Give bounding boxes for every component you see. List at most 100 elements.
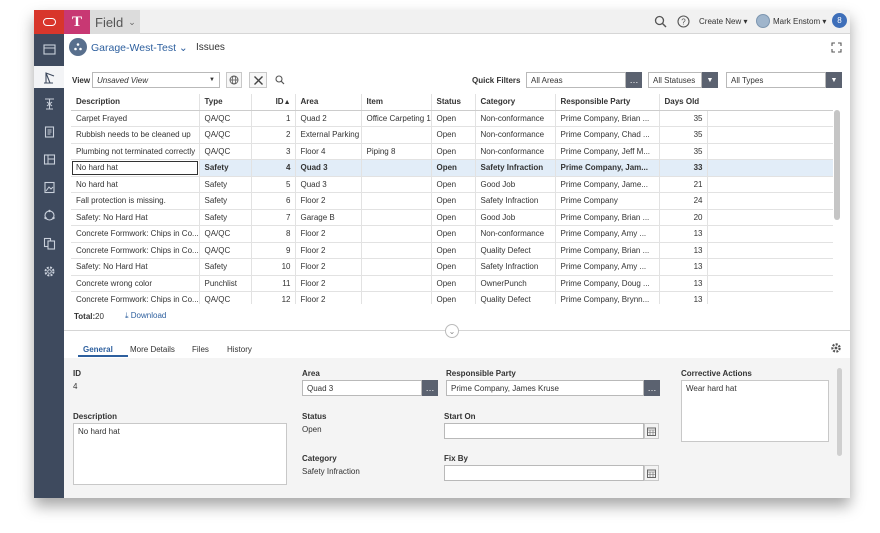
table-row[interactable]: Concrete Formwork: Chips in Co... QA/QC 8 F…: [71, 225, 833, 243]
calendar-icon[interactable]: [644, 423, 659, 439]
tab-history[interactable]: History: [227, 345, 252, 354]
download-link[interactable]: ⤓ Download: [125, 311, 166, 321]
id-value: 4: [73, 382, 78, 391]
table-scrollbar[interactable]: [834, 110, 840, 220]
column-header-days-old[interactable]: Days Old: [659, 94, 707, 111]
tab-files[interactable]: Files: [192, 345, 209, 354]
table-row[interactable]: Fall protection is missing. Safety 6 Floor …: [71, 192, 833, 210]
cell-id: 7: [251, 209, 296, 226]
table-row[interactable]: Concrete Formwork: Chips in Co... QA/QC 9 F…: [71, 242, 833, 259]
column-header-item[interactable]: Item: [361, 94, 432, 111]
cell-area: Floor 2: [295, 242, 362, 259]
download-label: Download: [130, 311, 167, 320]
responsible-party-picker-button[interactable]: …: [644, 380, 660, 396]
cell-category: Good Job: [475, 209, 556, 226]
cell-description: Plumbing not terminated correctly: [71, 143, 200, 160]
cell-category: Safety Infraction: [475, 258, 556, 276]
table-row[interactable]: Safety: No Hard Hat Safety 10 Floor 2 Open Sa…: [71, 258, 833, 276]
help-icon[interactable]: ?: [677, 15, 690, 28]
description-field[interactable]: No hard hat: [73, 423, 287, 485]
project-selector[interactable]: Garage-West-Test ⌄: [91, 42, 188, 54]
tools-button[interactable]: [249, 72, 267, 88]
detail-scrollbar[interactable]: [837, 368, 842, 456]
sidebar-item-plans[interactable]: [34, 148, 64, 170]
cell-category: Non-conformance: [475, 126, 556, 144]
cell-area: Floor 2: [295, 275, 362, 292]
notification-badge[interactable]: 8: [832, 13, 847, 28]
sidebar-item-documents[interactable]: [34, 232, 64, 254]
table-row[interactable]: Concrete wrong color Punchlist 11 Floor 2 Op…: [71, 275, 833, 292]
cell-status: Open: [431, 275, 476, 292]
cell-type: QA/QC: [199, 225, 252, 243]
oracle-logo-icon[interactable]: [34, 10, 64, 34]
cell-description: Safety: No Hard Hat: [71, 209, 200, 226]
tab-more-details[interactable]: More Details: [130, 345, 175, 354]
cell-area: Quad 3: [295, 176, 362, 193]
collapse-toggle-icon[interactable]: ⌄: [445, 324, 459, 338]
table-row[interactable]: No hard hat Safety 5 Quad 3 Open Good Job Prim…: [71, 176, 833, 193]
cell-category: Non-conformance: [475, 225, 556, 243]
app-icon[interactable]: T: [64, 10, 90, 34]
cell-id: 12: [251, 291, 296, 304]
filter-types-select[interactable]: All Types: [726, 72, 826, 88]
cell-status: Open: [431, 225, 476, 243]
column-header-status[interactable]: Status: [431, 94, 476, 111]
column-header-type[interactable]: Type: [199, 94, 252, 111]
sidebar-item-tower[interactable]: [34, 92, 64, 114]
cell-item: [361, 258, 432, 276]
table-row[interactable]: No hard hat Safety 4 Quad 3 Open Safety Infra…: [71, 159, 833, 177]
area-input[interactable]: Quad 3: [302, 380, 422, 396]
cell-area: Floor 2: [295, 192, 362, 210]
table-row[interactable]: Concrete Formwork: Chips in Co... QA/QC 12…: [71, 291, 833, 304]
column-header-category[interactable]: Category: [475, 94, 556, 111]
calendar-icon[interactable]: [644, 465, 659, 481]
expand-icon[interactable]: [831, 42, 842, 53]
filter-statuses-select[interactable]: All Statuses: [648, 72, 702, 88]
sidebar-item-workflow[interactable]: [34, 204, 64, 226]
column-header-id[interactable]: ID▲: [251, 94, 296, 111]
column-header-description[interactable]: Description: [71, 94, 200, 111]
filter-areas-picker-button[interactable]: …: [626, 72, 642, 88]
cell-id: 3: [251, 143, 296, 160]
fix-by-input[interactable]: [444, 465, 644, 481]
cell-description: Concrete Formwork: Chips in Co...: [71, 242, 200, 259]
cell-type: QA/QC: [199, 291, 252, 304]
caret-down-icon[interactable]: ▼: [702, 72, 718, 88]
cell-responsible-party: Prime Company, Amy ...: [555, 258, 660, 276]
column-header-area[interactable]: Area: [295, 94, 362, 111]
corrective-actions-field[interactable]: Wear hard hat: [681, 380, 829, 442]
avatar[interactable]: [756, 14, 770, 28]
app-switcher[interactable]: Field ⌄: [90, 10, 140, 34]
table-row[interactable]: Safety: No Hard Hat Safety 7 Garage B Open Go…: [71, 209, 833, 226]
area-label: Area: [302, 369, 320, 378]
responsible-party-input[interactable]: Prime Company, James Kruse: [446, 380, 644, 396]
user-menu[interactable]: Mark Enstom ▾: [773, 17, 826, 26]
cell-status: Open: [431, 176, 476, 193]
cell-category: Non-conformance: [475, 110, 556, 127]
globe-button[interactable]: [226, 72, 242, 88]
search-icon[interactable]: [654, 15, 667, 28]
filter-areas-input[interactable]: All Areas: [526, 72, 626, 88]
clipboard-icon: [44, 125, 54, 138]
gear-icon[interactable]: [830, 342, 842, 354]
create-new-menu[interactable]: Create New ▾: [699, 17, 747, 26]
sidebar-item-issues[interactable]: [34, 66, 64, 88]
table-row[interactable]: Carpet Frayed QA/QC 1 Quad 2 Office Carpetin…: [71, 110, 833, 127]
caret-down-icon[interactable]: ▼: [826, 72, 842, 88]
sidebar-item-home[interactable]: [34, 38, 64, 60]
table-row[interactable]: Rubbish needs to be cleaned up QA/QC 2 Exte…: [71, 126, 833, 144]
search-icon[interactable]: [275, 75, 285, 85]
cell-area: Floor 2: [295, 258, 362, 276]
cell-status: Open: [431, 143, 476, 160]
cell-days-old: 35: [659, 143, 708, 160]
sidebar-item-photos[interactable]: [34, 176, 64, 198]
sidebar-item-forms[interactable]: [34, 120, 64, 142]
table-row[interactable]: Plumbing not terminated correctly QA/QC 3 F…: [71, 143, 833, 160]
sidebar-item-settings[interactable]: [34, 260, 64, 282]
area-picker-button[interactable]: …: [422, 380, 438, 396]
column-header-responsible-party[interactable]: Responsible Party: [555, 94, 660, 111]
cell-responsible-party: Prime Company, Brian ...: [555, 242, 660, 259]
start-on-input[interactable]: [444, 423, 644, 439]
tab-general[interactable]: General: [83, 345, 113, 354]
view-select[interactable]: Unsaved View ▼: [92, 72, 220, 88]
